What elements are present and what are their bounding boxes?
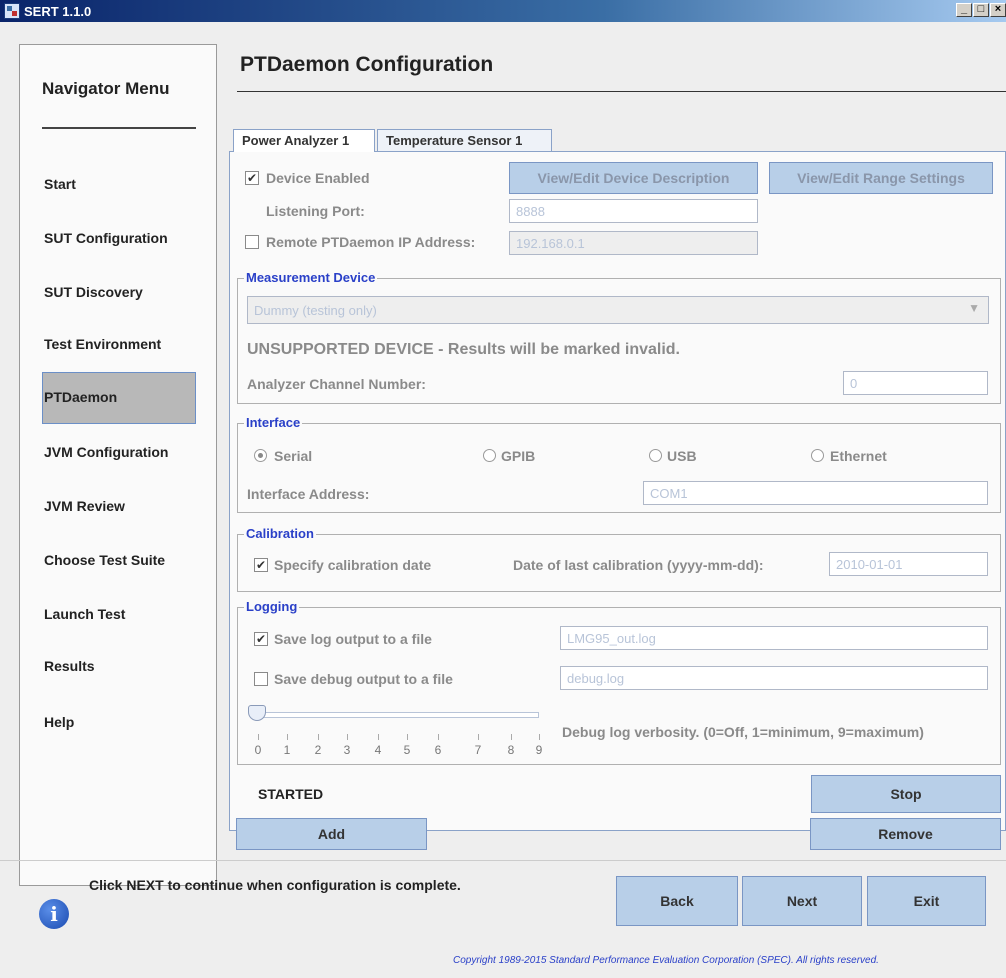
ethernet-label: Ethernet xyxy=(830,448,887,464)
unsupported-device-warning: UNSUPPORTED DEVICE - Results will be mar… xyxy=(247,341,680,358)
specify-calibration-date-label: Specify calibration date xyxy=(274,557,432,573)
exit-button[interactable]: Exit xyxy=(867,876,986,926)
listening-port-label: Listening Port: xyxy=(266,203,365,219)
save-log-label: Save log output to a file xyxy=(274,631,432,647)
window-title: SERT 1.1.0 xyxy=(24,4,92,19)
serial-label: Serial xyxy=(274,448,313,464)
tick-label-5: 5 xyxy=(403,743,411,757)
save-debug-checkbox[interactable] xyxy=(254,672,268,686)
nav-item-jvm-review[interactable]: JVM Review xyxy=(44,498,194,514)
nav-item-sut-discovery[interactable]: SUT Discovery xyxy=(44,284,194,300)
navigator-panel: Navigator Menu Start SUT Configuration S… xyxy=(19,44,217,886)
calibration-group-label: Calibration xyxy=(244,526,316,541)
verbosity-ticks: 0 1 2 3 4 5 6 7 8 9 xyxy=(252,734,552,764)
logging-group-label: Logging xyxy=(244,599,300,614)
gpib-radio[interactable] xyxy=(483,449,496,462)
next-button[interactable]: Next xyxy=(742,876,862,926)
listening-port-input[interactable]: 8888 xyxy=(509,199,758,223)
nav-item-ptdaemon[interactable]: PTDaemon xyxy=(42,372,196,424)
nav-item-start[interactable]: Start xyxy=(44,176,194,192)
tick-label-8: 8 xyxy=(507,743,515,757)
verbosity-label: Debug log verbosity. (0=Off, 1=minimum, … xyxy=(562,724,924,740)
tick-label-3: 3 xyxy=(343,743,351,757)
ethernet-radio[interactable] xyxy=(811,449,824,462)
serial-radio[interactable] xyxy=(254,449,267,462)
footer-divider xyxy=(0,860,1006,861)
remove-button[interactable]: Remove xyxy=(810,818,1001,850)
close-button[interactable]: × xyxy=(990,3,1006,17)
calibration-date-input[interactable]: 2010-01-01 xyxy=(829,552,988,576)
measurement-device-group-label: Measurement Device xyxy=(244,270,378,285)
log-file-input[interactable]: LMG95_out.log xyxy=(560,626,988,650)
back-button[interactable]: Back xyxy=(616,876,738,926)
view-edit-range-settings-button[interactable]: View/Edit Range Settings xyxy=(769,162,993,194)
tab-temperature-sensor-1[interactable]: Temperature Sensor 1 xyxy=(377,129,552,151)
specify-calibration-date-checkbox[interactable]: ✔ xyxy=(254,558,268,572)
title-bar: SERT 1.1.0 _ □ × xyxy=(0,0,1006,22)
gpib-label: GPIB xyxy=(501,448,536,464)
interface-address-label: Interface Address: xyxy=(247,486,370,502)
interface-group-label: Interface xyxy=(244,415,303,430)
nav-item-jvm-configuration[interactable]: JVM Configuration xyxy=(44,444,194,460)
app-icon xyxy=(4,3,20,19)
tick-label-9: 9 xyxy=(535,743,543,757)
analyzer-channel-label: Analyzer Channel Number: xyxy=(247,376,426,392)
device-enabled-label: Device Enabled xyxy=(266,170,370,186)
tab-power-analyzer-1[interactable]: Power Analyzer 1 xyxy=(233,129,375,152)
hint-text: Click NEXT to continue when configuratio… xyxy=(89,877,461,893)
save-debug-label: Save debug output to a file xyxy=(274,671,453,687)
title-divider xyxy=(237,91,1006,92)
add-button[interactable]: Add xyxy=(236,818,427,850)
verbosity-slider-track[interactable] xyxy=(256,712,539,718)
measurement-device-select[interactable]: Dummy (testing only) ▼ xyxy=(247,296,989,324)
nav-item-choose-test-suite[interactable]: Choose Test Suite xyxy=(44,552,194,568)
navigator-divider xyxy=(42,127,196,129)
copyright-text: Copyright 1989-2015 Standard Performance… xyxy=(453,955,879,966)
tick-label-4: 4 xyxy=(374,743,382,757)
debug-file-input[interactable]: debug.log xyxy=(560,666,988,690)
nav-item-sut-configuration[interactable]: SUT Configuration xyxy=(44,230,194,246)
minimize-button[interactable]: _ xyxy=(956,3,972,17)
nav-item-test-environment[interactable]: Test Environment xyxy=(44,336,194,352)
remote-ip-checkbox[interactable] xyxy=(245,235,259,249)
tick-label-6: 6 xyxy=(434,743,442,757)
page-title: PTDaemon Configuration xyxy=(240,53,494,76)
analyzer-channel-input[interactable]: 0 xyxy=(843,371,988,395)
measurement-device-value: Dummy (testing only) xyxy=(254,303,377,318)
tick-label-7: 7 xyxy=(474,743,482,757)
chevron-down-icon: ▼ xyxy=(968,301,980,315)
info-icon: i xyxy=(39,899,69,929)
tick-label-1: 1 xyxy=(283,743,291,757)
device-enabled-checkbox[interactable]: ✔ xyxy=(245,171,259,185)
navigator-title: Navigator Menu xyxy=(42,79,170,98)
nav-item-launch-test[interactable]: Launch Test xyxy=(44,606,194,622)
tick-label-2: 2 xyxy=(314,743,322,757)
usb-radio[interactable] xyxy=(649,449,662,462)
interface-address-input[interactable]: COM1 xyxy=(643,481,988,505)
nav-item-help[interactable]: Help xyxy=(44,714,194,730)
tick-label-0: 0 xyxy=(254,743,262,757)
view-edit-device-description-button[interactable]: View/Edit Device Description xyxy=(509,162,758,194)
nav-item-results[interactable]: Results xyxy=(44,658,194,674)
usb-label: USB xyxy=(667,448,697,464)
remote-ip-input[interactable]: 192.168.0.1 xyxy=(509,231,758,255)
calibration-date-label: Date of last calibration (yyyy-mm-dd): xyxy=(513,557,764,573)
stop-button[interactable]: Stop xyxy=(811,775,1001,813)
remote-ip-label: Remote PTDaemon IP Address: xyxy=(266,234,476,250)
save-log-checkbox[interactable]: ✔ xyxy=(254,632,268,646)
maximize-button[interactable]: □ xyxy=(973,3,989,17)
status-text: STARTED xyxy=(258,786,324,802)
